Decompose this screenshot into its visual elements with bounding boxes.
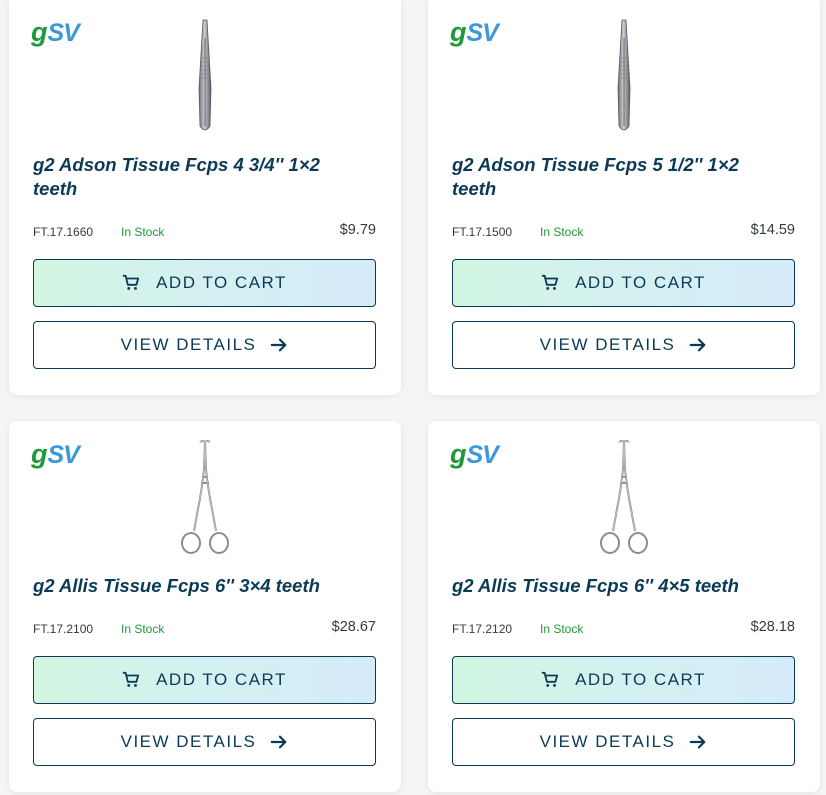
- product-price: $28.18: [750, 619, 795, 635]
- add-to-cart-button[interactable]: ADD TO CART: [33, 259, 376, 307]
- product-price: $28.67: [331, 619, 376, 635]
- arrow-right-icon: [271, 735, 287, 749]
- arrow-right-icon: [690, 338, 706, 352]
- product-meta: FT.17.2100 In Stock $28.67: [33, 619, 376, 639]
- add-to-cart-button[interactable]: ADD TO CART: [452, 259, 795, 307]
- product-meta: FT.17.2120 In Stock $28.18: [452, 619, 795, 639]
- product-card: gSV g2 Adson Tissue Fcps 5 1/2'' 1×2 tee…: [428, 0, 820, 395]
- product-price: $9.79: [339, 222, 376, 238]
- product-sku: FT.17.1660: [33, 225, 94, 239]
- product-card: gSV g2 Adson Tissue Fcps 4 3/4'' 1×2 tee…: [9, 0, 401, 395]
- stock-status: In Stock: [121, 622, 165, 636]
- product-title[interactable]: g2 Adson Tissue Fcps 5 1/2'' 1×2 teeth: [452, 153, 782, 201]
- view-details-label: VIEW DETAILS: [120, 732, 257, 751]
- product-image[interactable]: [583, 18, 665, 133]
- brand-logo: gSV: [31, 439, 80, 469]
- view-details-label: VIEW DETAILS: [539, 335, 676, 354]
- view-details-label: VIEW DETAILS: [539, 732, 676, 751]
- product-sku: FT.17.2100: [33, 622, 94, 636]
- product-sku: FT.17.1500: [452, 225, 513, 239]
- product-card: gSV g2 Allis Tissue Fcps 6'' 3×4 teeth F…: [9, 421, 401, 792]
- view-details-button[interactable]: VIEW DETAILS: [452, 718, 795, 766]
- stock-status: In Stock: [540, 225, 584, 239]
- product-image[interactable]: [164, 18, 246, 133]
- cart-icon: [541, 671, 559, 687]
- brand-logo: gSV: [450, 17, 499, 47]
- add-to-cart-label: ADD TO CART: [575, 273, 706, 292]
- stock-status: In Stock: [540, 622, 584, 636]
- view-details-button[interactable]: VIEW DETAILS: [452, 321, 795, 369]
- product-title[interactable]: g2 Adson Tissue Fcps 4 3/4'' 1×2 teeth: [33, 153, 363, 201]
- add-to-cart-button[interactable]: ADD TO CART: [33, 656, 376, 704]
- product-meta: FT.17.1660 In Stock $9.79: [33, 222, 376, 242]
- add-to-cart-label: ADD TO CART: [575, 670, 706, 689]
- cart-icon: [541, 274, 559, 290]
- brand-logo: gSV: [31, 17, 80, 47]
- product-title[interactable]: g2 Allis Tissue Fcps 6'' 3×4 teeth: [33, 574, 363, 598]
- product-card: gSV g2 Allis Tissue Fcps 6'' 4×5 teeth F…: [428, 421, 820, 792]
- product-image[interactable]: [583, 439, 665, 554]
- brand-logo: gSV: [450, 439, 499, 469]
- product-image[interactable]: [164, 439, 246, 554]
- add-to-cart-button[interactable]: ADD TO CART: [452, 656, 795, 704]
- product-meta: FT.17.1500 In Stock $14.59: [452, 222, 795, 242]
- add-to-cart-label: ADD TO CART: [156, 273, 287, 292]
- cart-icon: [122, 671, 140, 687]
- arrow-right-icon: [271, 338, 287, 352]
- product-price: $14.59: [750, 222, 795, 238]
- view-details-button[interactable]: VIEW DETAILS: [33, 321, 376, 369]
- product-sku: FT.17.2120: [452, 622, 513, 636]
- arrow-right-icon: [690, 735, 706, 749]
- cart-icon: [122, 274, 140, 290]
- add-to-cart-label: ADD TO CART: [156, 670, 287, 689]
- view-details-button[interactable]: VIEW DETAILS: [33, 718, 376, 766]
- product-title[interactable]: g2 Allis Tissue Fcps 6'' 4×5 teeth: [452, 574, 782, 598]
- view-details-label: VIEW DETAILS: [120, 335, 257, 354]
- stock-status: In Stock: [121, 225, 165, 239]
